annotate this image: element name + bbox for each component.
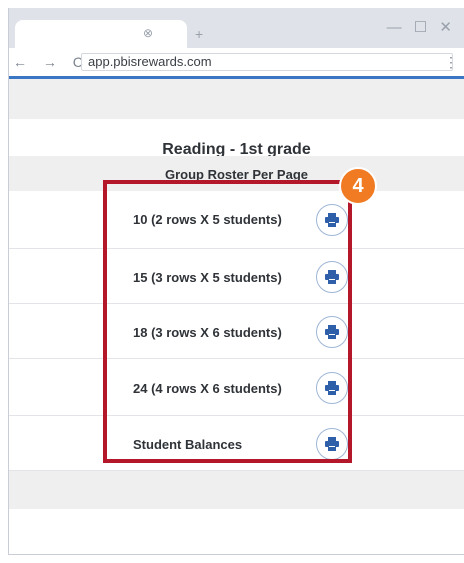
step-badge: 4 xyxy=(339,167,377,205)
navigation-icons[interactable]: ← → C xyxy=(13,54,89,70)
url-input[interactable]: app.pbisrewards.com xyxy=(81,53,453,71)
address-bar-row: ← → C app.pbisrewards.com ⋮ xyxy=(9,50,464,79)
menu-icon[interactable]: ⋮ xyxy=(444,54,458,71)
browser-tab[interactable]: ⊗ xyxy=(15,20,187,50)
new-tab-icon[interactable]: + xyxy=(195,26,203,42)
tab-bar: ⊗ + — ☐ ✕ xyxy=(9,8,464,50)
window-controls[interactable]: — ☐ ✕ xyxy=(387,18,456,36)
section-header: Group Roster Per Page xyxy=(164,167,309,182)
highlight-box xyxy=(103,180,352,463)
top-band xyxy=(9,79,464,119)
title-row: Reading - 1st grade xyxy=(9,119,464,158)
close-tab-icon[interactable]: ⊗ xyxy=(143,26,153,40)
bottom-band xyxy=(9,471,464,509)
